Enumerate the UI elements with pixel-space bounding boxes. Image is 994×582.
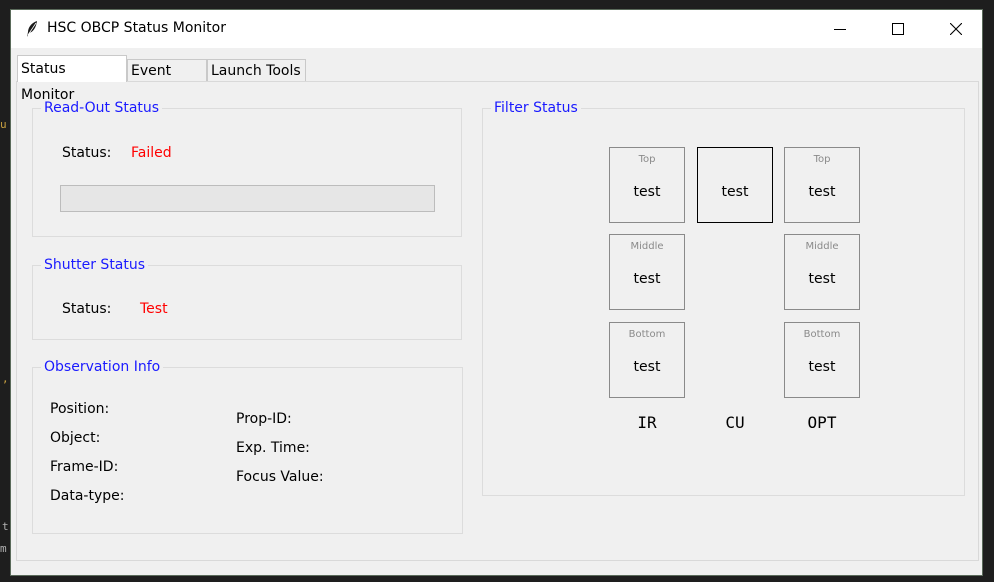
tab-launch-tools[interactable]: Launch Tools [207, 59, 306, 81]
background-editor-fragment: m [0, 542, 7, 555]
readout-status-value: Failed [131, 145, 172, 161]
shutter-status-value: Test [140, 301, 168, 317]
close-button[interactable] [927, 10, 985, 48]
shutter-status-frame: Shutter Status Status: Test [32, 257, 462, 340]
readout-status-frame: Read-Out Status Status: Failed [32, 100, 462, 237]
filter-value: test [633, 271, 661, 287]
close-icon [950, 23, 962, 35]
window-title: HSC OBCP Status Monitor [47, 20, 226, 36]
filter-value: test [721, 184, 749, 200]
opt-column-label: OPT [807, 413, 837, 432]
maximize-icon [892, 23, 904, 35]
opt-bottom-filter[interactable]: Bottom test [784, 322, 860, 398]
tab-status-monitor[interactable]: Status Monitor [17, 55, 127, 103]
observation-info-frame: Observation Info Position: Object: Frame… [32, 359, 463, 534]
filter-position-label: Top [638, 154, 656, 165]
ir-column-label: IR [637, 413, 657, 432]
frame-id-label: Frame-ID: [50, 459, 119, 475]
minimize-icon [834, 29, 846, 30]
readout-status-label: Status: [62, 145, 112, 161]
prop-id-label: Prop-ID: [236, 411, 292, 427]
filter-position-label: Bottom [628, 329, 666, 340]
ir-top-filter[interactable]: Top test [609, 147, 685, 223]
filter-position-label: Bottom [803, 329, 841, 340]
filter-status-frame: Filter Status Top test Middle test Botto… [482, 100, 965, 496]
app-window: HSC OBCP Status Monitor Status Monitor E… [10, 9, 983, 576]
object-label: Object: [50, 430, 101, 446]
feather-icon [27, 21, 37, 37]
ir-bottom-filter[interactable]: Bottom test [609, 322, 685, 398]
title-bar[interactable]: HSC OBCP Status Monitor [11, 10, 982, 48]
readout-progress-bar [60, 185, 435, 212]
filter-status-title: Filter Status [491, 100, 581, 116]
filter-value: test [808, 271, 836, 287]
tab-event-logs[interactable]: Event Logs [127, 59, 207, 101]
cu-column-label: CU [725, 413, 745, 432]
cu-filter[interactable]: test [697, 147, 773, 223]
filter-value: test [808, 184, 836, 200]
filter-position-label: Middle [805, 241, 839, 252]
filter-position-label: Top [813, 154, 831, 165]
minimize-button[interactable] [811, 10, 869, 48]
filter-position-label: Middle [630, 241, 664, 252]
position-label: Position: [50, 401, 110, 417]
background-editor-fragment: , [2, 372, 9, 385]
opt-middle-filter[interactable]: Middle test [784, 234, 860, 310]
maximize-button[interactable] [869, 10, 927, 48]
exp-time-label: Exp. Time: [236, 440, 310, 456]
ir-middle-filter[interactable]: Middle test [609, 234, 685, 310]
background-editor-fragment: u [0, 118, 7, 131]
opt-top-filter[interactable]: Top test [784, 147, 860, 223]
shutter-status-title: Shutter Status [41, 257, 149, 273]
data-type-label: Data-type: [50, 488, 125, 504]
focus-value-label: Focus Value: [236, 469, 324, 485]
tab-content: Read-Out Status Status: Failed Shutter S… [16, 81, 979, 561]
filter-value: test [633, 359, 661, 375]
background-editor-fragment: t [2, 520, 9, 533]
filter-value: test [633, 184, 661, 200]
filter-value: test [808, 359, 836, 375]
observation-info-title: Observation Info [41, 359, 164, 375]
shutter-status-label: Status: [62, 301, 112, 317]
